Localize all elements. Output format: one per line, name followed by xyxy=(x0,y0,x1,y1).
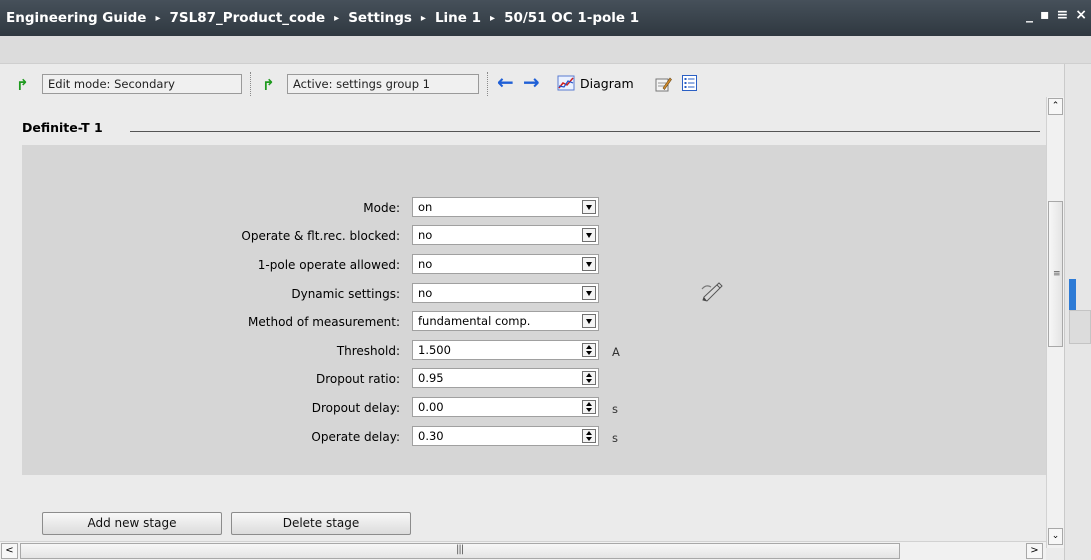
breadcrumb-separator-icon: ▸ xyxy=(334,12,340,24)
dropout-ratio-input[interactable]: 0.95 xyxy=(412,368,599,388)
pencil-edit-icon[interactable] xyxy=(700,281,724,303)
operate-delay-unit: s xyxy=(612,431,618,445)
edit-mode-field[interactable]: Edit mode: Secondary xyxy=(42,74,242,94)
side-panel-tab[interactable] xyxy=(1069,310,1091,344)
breadcrumb-separator-icon: ▸ xyxy=(155,12,161,24)
close-icon[interactable]: × xyxy=(1075,8,1087,22)
title-bar: Engineering Guide ▸ 7SL87_Product_code ▸… xyxy=(0,0,1091,36)
operate-delay-label: Operate delay: xyxy=(311,430,400,444)
spinner-icon[interactable] xyxy=(582,371,596,385)
minimize-icon[interactable]: _ xyxy=(1026,8,1033,22)
vertical-scroll-thumb[interactable]: ≡ xyxy=(1048,201,1063,347)
one-pole-operate-allowed-label: 1-pole operate allowed: xyxy=(257,258,400,272)
dynamic-settings-dropdown[interactable]: no xyxy=(412,283,599,303)
breadcrumb-item-engineering-guide[interactable]: Engineering Guide xyxy=(6,10,146,26)
diagram-label[interactable]: Diagram xyxy=(580,76,634,91)
sub-header-bar xyxy=(0,36,1091,64)
edit-mode-arrow-icon[interactable]: ↱ xyxy=(16,76,29,94)
scroll-up-icon[interactable]: ⌃ xyxy=(1048,98,1063,115)
dropout-delay-unit: s xyxy=(612,402,618,416)
operate-delay-input[interactable]: 0.30 xyxy=(412,426,599,446)
horizontal-scroll-thumb[interactable]: ||| xyxy=(20,543,900,559)
chevron-down-icon[interactable] xyxy=(582,257,596,271)
mode-value: on xyxy=(418,200,433,214)
edit-table-icon[interactable] xyxy=(655,76,672,92)
threshold-value: 1.500 xyxy=(418,343,451,357)
grip-icon: ||| xyxy=(456,544,464,555)
method-of-measurement-value: fundamental comp. xyxy=(418,314,531,328)
threshold-label: Threshold: xyxy=(336,344,400,358)
arrow-right-icon[interactable]: → xyxy=(523,72,540,92)
operate-flt-rec-blocked-value: no xyxy=(418,228,433,242)
scroll-down-icon[interactable]: ⌄ xyxy=(1048,528,1063,545)
window-controls: _ ▪ ≡ × xyxy=(1026,8,1087,22)
one-pole-operate-allowed-dropdown[interactable]: no xyxy=(412,254,599,274)
breadcrumb-separator-icon: ▸ xyxy=(420,12,426,24)
breadcrumb-item-function[interactable]: 50/51 OC 1-pole 1 xyxy=(504,10,639,26)
mode-dropdown[interactable]: on xyxy=(412,197,599,217)
diagram-icon[interactable] xyxy=(557,75,575,91)
dropout-delay-input[interactable]: 0.00 xyxy=(412,397,599,417)
threshold-input[interactable]: 1.500 xyxy=(412,340,599,360)
toolbar-divider xyxy=(250,72,251,96)
dynamic-settings-value: no xyxy=(418,286,433,300)
list-view-icon[interactable] xyxy=(682,75,697,91)
spinner-icon[interactable] xyxy=(582,429,596,443)
vertical-scrollbar[interactable]: ⌃ ≡ ⌄ xyxy=(1046,97,1064,548)
section-divider xyxy=(130,131,1040,132)
dropout-delay-value: 0.00 xyxy=(418,400,444,414)
threshold-unit: A xyxy=(612,345,620,359)
breadcrumb-item-product-code[interactable]: 7SL87_Product_code xyxy=(169,10,325,26)
method-of-measurement-label: Method of measurement: xyxy=(248,315,400,329)
section-title: Definite-T 1 xyxy=(22,120,103,135)
toolbar-divider xyxy=(487,72,488,96)
operate-flt-rec-blocked-dropdown[interactable]: no xyxy=(412,225,599,245)
one-pole-operate-allowed-value: no xyxy=(418,257,433,271)
scroll-right-icon[interactable]: > xyxy=(1026,543,1043,559)
dropout-delay-label: Dropout delay: xyxy=(311,401,400,415)
grip-icon: ≡ xyxy=(1053,269,1061,279)
horizontal-scrollbar[interactable]: < ||| > xyxy=(0,541,1046,560)
breadcrumb-item-settings[interactable]: Settings xyxy=(348,10,412,26)
side-panel-tab[interactable] xyxy=(1069,279,1076,310)
breadcrumb: Engineering Guide ▸ 7SL87_Product_code ▸… xyxy=(0,10,639,26)
restore-icon[interactable]: ▪ xyxy=(1040,8,1050,22)
dropout-ratio-value: 0.95 xyxy=(418,371,444,385)
delete-stage-button[interactable]: Delete stage xyxy=(231,512,411,535)
spinner-icon[interactable] xyxy=(582,400,596,414)
chevron-down-icon[interactable] xyxy=(582,314,596,328)
chevron-down-icon[interactable] xyxy=(582,200,596,214)
dynamic-settings-label: Dynamic settings: xyxy=(291,287,400,301)
add-new-stage-button[interactable]: Add new stage xyxy=(42,512,222,535)
active-group-arrow-icon[interactable]: ↱ xyxy=(262,76,275,94)
arrow-left-icon[interactable]: ← xyxy=(497,72,514,92)
operate-delay-value: 0.30 xyxy=(418,429,444,443)
breadcrumb-separator-icon: ▸ xyxy=(490,12,496,24)
maximize-icon[interactable]: ≡ xyxy=(1057,8,1069,22)
method-of-measurement-dropdown[interactable]: fundamental comp. xyxy=(412,311,599,331)
chevron-down-icon[interactable] xyxy=(582,228,596,242)
toolbar: ↱ Edit mode: Secondary ↱ Active: setting… xyxy=(0,64,1072,102)
dropout-ratio-label: Dropout ratio: xyxy=(315,372,400,386)
operate-flt-rec-blocked-label: Operate & flt.rec. blocked: xyxy=(241,229,400,243)
chevron-down-icon[interactable] xyxy=(582,286,596,300)
breadcrumb-item-line-1[interactable]: Line 1 xyxy=(435,10,481,26)
active-group-field[interactable]: Active: settings group 1 xyxy=(287,74,479,94)
scroll-left-icon[interactable]: < xyxy=(1,543,18,559)
mode-label: Mode: xyxy=(363,201,400,215)
spinner-icon[interactable] xyxy=(582,343,596,357)
